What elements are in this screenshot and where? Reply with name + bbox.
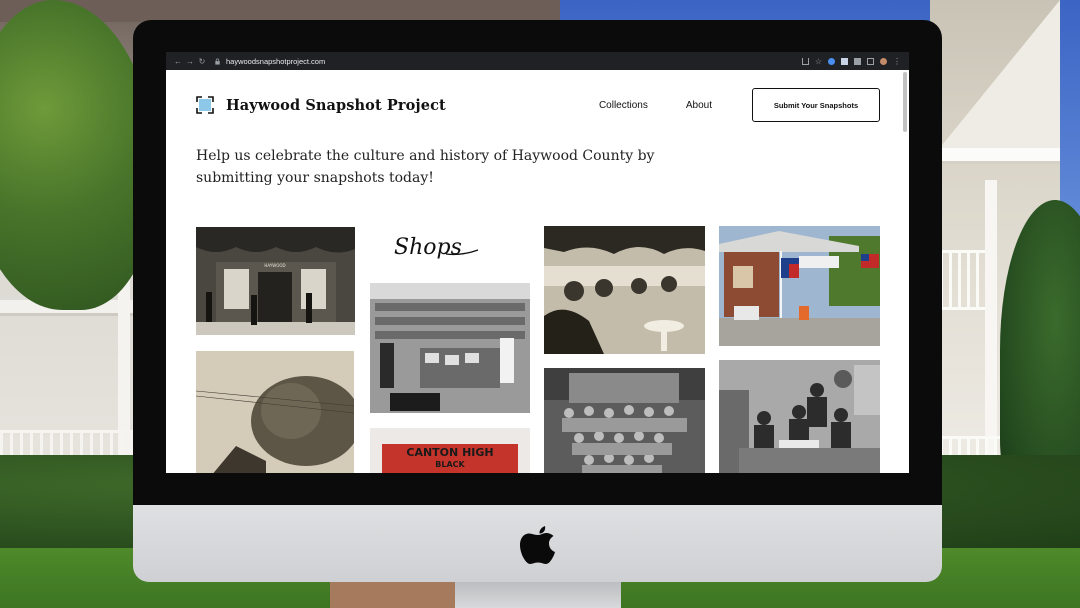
reload-icon[interactable]: ↻ <box>196 57 208 66</box>
sidebar-icon[interactable] <box>867 57 874 65</box>
photo-roadside-stand[interactable] <box>719 226 880 346</box>
storefront-sign: HAYWOOD <box>264 263 285 268</box>
storefront-image: HAYWOOD <box>196 227 355 335</box>
web-page: Haywood Snapshot Project Collections Abo… <box>166 70 909 473</box>
photo-trees[interactable] <box>196 351 354 473</box>
submit-snapshots-button[interactable]: Submit Your Snapshots <box>752 88 880 122</box>
profile-icon[interactable] <box>880 57 887 65</box>
roadside-stand-image <box>719 226 880 346</box>
extension-icon[interactable] <box>828 57 835 65</box>
grocery-store-image <box>370 283 530 413</box>
shops-label[interactable]: Shops <box>386 228 486 270</box>
address-bar[interactable]: haywoodsnapshotproject.com <box>214 54 774 68</box>
puzzle-icon[interactable] <box>841 57 848 65</box>
browser-toolbar: ← → ↻ haywoodsnapshotproject.com ☆ ⋮ <box>166 52 909 70</box>
hero-text: Help us celebrate the culture and histor… <box>196 148 655 186</box>
forward-icon[interactable]: → <box>184 57 196 66</box>
trees-image <box>196 351 354 473</box>
browser-extensions: ☆ ⋮ <box>801 57 901 65</box>
porch-post-right <box>985 180 997 480</box>
canton-sign-line1: CANTON HIGH <box>406 446 493 459</box>
photo-diner[interactable] <box>544 226 705 354</box>
photo-office-meeting[interactable] <box>719 360 880 473</box>
nav-collections[interactable]: Collections <box>599 100 648 111</box>
diner-image <box>544 226 705 354</box>
site-title[interactable]: Haywood Snapshot Project <box>226 97 446 114</box>
back-icon[interactable]: ← <box>172 57 184 66</box>
monitor-stand <box>455 582 621 608</box>
main-nav: Collections About Submit Your Snapshots <box>561 88 880 122</box>
photo-storefront[interactable]: HAYWOOD <box>196 227 355 335</box>
menu-icon[interactable]: ⋮ <box>893 57 901 65</box>
canton-high-image: CANTON HIGH BLACK <box>370 428 530 473</box>
bookmark-star-icon[interactable]: ☆ <box>815 57 822 65</box>
site-header: Haywood Snapshot Project Collections Abo… <box>196 88 880 122</box>
house-right-eave <box>930 148 1060 164</box>
site-logo-icon[interactable] <box>196 96 214 114</box>
school-group-image <box>544 368 705 473</box>
url-text: haywoodsnapshotproject.com <box>226 56 326 66</box>
nav-about[interactable]: About <box>686 100 712 111</box>
extension-2-icon[interactable] <box>854 57 861 65</box>
apple-logo-icon <box>520 526 555 564</box>
shops-script-label: Shops <box>394 235 479 260</box>
photo-canton-high[interactable]: CANTON HIGH BLACK <box>370 428 530 473</box>
office-meeting-image <box>719 360 880 473</box>
share-icon[interactable] <box>801 57 809 65</box>
monitor-screen: ← → ↻ haywoodsnapshotproject.com ☆ ⋮ Hay… <box>166 52 909 473</box>
shops-label-text: Shops <box>394 235 462 260</box>
photo-grocery-store[interactable] <box>370 283 530 413</box>
page-scrollbar[interactable] <box>903 72 907 132</box>
lock-icon <box>215 58 220 65</box>
canton-sign-line2: BLACK <box>435 460 465 469</box>
photo-school-group[interactable] <box>544 368 705 473</box>
house-right-gable <box>930 0 1060 160</box>
